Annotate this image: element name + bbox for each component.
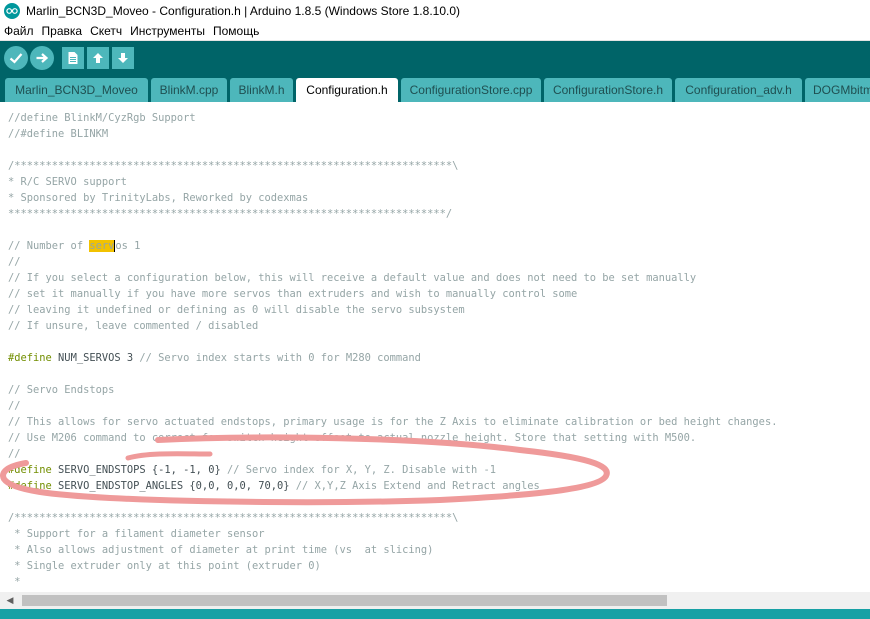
arduino-infinity-icon	[4, 3, 20, 19]
code-line: * R/C SERVO support	[8, 176, 127, 188]
tab-blinkm-cpp[interactable]: BlinkM.cpp	[151, 78, 227, 102]
status-bar	[0, 609, 870, 619]
menu-help[interactable]: Помощь	[213, 24, 259, 38]
code-line: // Use M206 command to correct for switc…	[8, 432, 697, 444]
new-button[interactable]	[62, 47, 84, 69]
menu-tools[interactable]: Инструменты	[130, 24, 205, 38]
check-icon	[9, 53, 23, 64]
arrow-up-icon	[93, 53, 103, 63]
code-line: ****************************************…	[8, 208, 453, 220]
upload-button[interactable]	[30, 46, 54, 70]
code-line: #define NUM_SERVOS 3 // Servo index star…	[8, 352, 421, 364]
open-button[interactable]	[87, 47, 109, 69]
tab-bar: Marlin_BCN3D_Moveo BlinkM.cpp BlinkM.h C…	[0, 75, 870, 102]
code-line: // leaving it undefined or defining as 0…	[8, 304, 465, 316]
window-title: Marlin_BCN3D_Moveo - Configuration.h | A…	[26, 4, 460, 18]
search-highlight: serv	[89, 240, 115, 252]
code-editor[interactable]: //define BlinkM/CyzRgb Support //#define…	[0, 102, 870, 592]
code-line: //	[8, 256, 21, 268]
code-line: /***************************************…	[8, 160, 459, 172]
arrow-right-icon	[36, 53, 49, 63]
code-line: //	[8, 400, 21, 412]
code-line: #define SERVO_ENDSTOP_ANGLES {0,0, 0,0, …	[8, 480, 540, 492]
tab-dogmbitmap[interactable]: DOGMbitm	[805, 78, 870, 102]
code-line: // Servo Endstops	[8, 384, 115, 396]
code-line: // set it manually if you have more serv…	[8, 288, 578, 300]
document-icon	[68, 52, 78, 64]
code-line: // This allows for servo actuated endsto…	[8, 416, 778, 428]
tab-configuration-h[interactable]: Configuration.h	[296, 78, 398, 102]
code-line: // If unsure, leave commented / disabled	[8, 320, 259, 332]
code-line: * Single extruder only at this point (ex…	[8, 560, 321, 572]
tab-configurationstore-cpp[interactable]: ConfigurationStore.cpp	[401, 78, 541, 102]
code-line: * Also allows adjustment of diameter at …	[8, 544, 434, 556]
scrollbar-thumb[interactable]	[22, 595, 667, 606]
code-line: #define SERVO_ENDSTOPS {-1, -1, 0} // Se…	[8, 464, 496, 476]
code-line: //define BlinkM/CyzRgb Support	[8, 112, 196, 124]
text-cursor: os 1	[114, 240, 141, 252]
menu-sketch[interactable]: Скетч	[90, 24, 122, 38]
menu-edit[interactable]: Правка	[42, 24, 83, 38]
toolbar	[0, 41, 870, 75]
code-line: // Number of servos 1	[8, 240, 141, 252]
code-line: * Support for a filament diameter sensor	[8, 528, 265, 540]
code-line: //#define BLINKM	[8, 128, 109, 140]
tab-configurationstore-h[interactable]: ConfigurationStore.h	[544, 78, 672, 102]
tab-marlin-bcn3d-moveo[interactable]: Marlin_BCN3D_Moveo	[5, 78, 148, 102]
code-line: * Sponsored by TrinityLabs, Reworked by …	[8, 192, 309, 204]
scroll-left-icon[interactable]: ◀	[4, 594, 16, 607]
code-line: // If you select a configuration below, …	[8, 272, 697, 284]
verify-button[interactable]	[4, 46, 28, 70]
tab-blinkm-h[interactable]: BlinkM.h	[230, 78, 293, 102]
arrow-down-icon	[118, 53, 128, 63]
code-line: *	[8, 576, 21, 588]
horizontal-scrollbar[interactable]: ◀	[0, 592, 870, 609]
menu-bar: Файл Правка Скетч Инструменты Помощь	[0, 22, 870, 41]
menu-file[interactable]: Файл	[4, 24, 34, 38]
code-line: //	[8, 448, 21, 460]
tab-configuration-adv-h[interactable]: Configuration_adv.h	[675, 78, 802, 102]
save-button[interactable]	[112, 47, 134, 69]
code-line: /***************************************…	[8, 512, 459, 524]
title-bar: Marlin_BCN3D_Moveo - Configuration.h | A…	[0, 0, 870, 22]
